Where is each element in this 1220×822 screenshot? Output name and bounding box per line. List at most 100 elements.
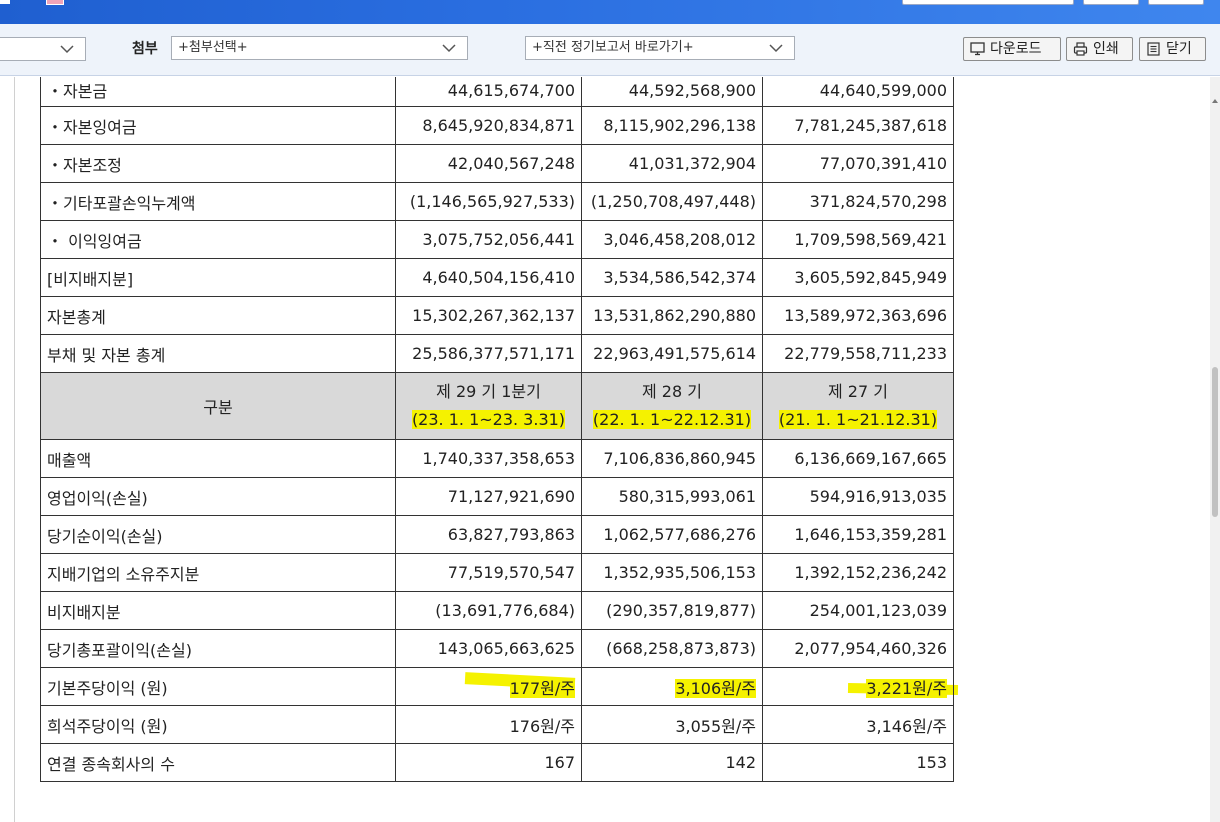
- cell-period-29q1: 25,586,377,571,171: [395, 334, 582, 373]
- cell-period-29q1-text: 15,302,267,362,137: [412, 306, 575, 325]
- cell-period-28-text: 3,046,458,208,012: [603, 230, 756, 249]
- cell-period-27: 1,392,152,236,242: [762, 553, 954, 592]
- header-period-title: 제 28 기: [642, 382, 702, 401]
- cell-period-27-text: 3,146원/주: [866, 716, 947, 736]
- download-button[interactable]: 다운로드: [963, 37, 1061, 61]
- cell-period-28-text: 22,963,491,575,614: [593, 344, 756, 363]
- cell-period-27: 13,589,972,363,696: [762, 296, 954, 335]
- row-label-text: 자본총계: [47, 307, 106, 327]
- cell-period-27-text: 254,001,123,039: [809, 601, 947, 620]
- cell-period-28-text: 41,031,372,904: [628, 154, 756, 173]
- cell-period-28: 7,106,836,860,945: [581, 439, 763, 478]
- table-row: 연결 종속회사의 수 167 142 153: [40, 743, 954, 782]
- row-label: ・ 이익잉여금: [40, 220, 396, 259]
- cell-period-29q1-text: 25,586,377,571,171: [412, 344, 575, 363]
- scroll-thumb[interactable]: [1212, 367, 1218, 517]
- attachment-select[interactable]: +첨부선택+: [171, 36, 468, 60]
- chevron-down-icon: [60, 45, 74, 54]
- cell-period-28: (290,357,819,877): [581, 591, 763, 630]
- row-label: 비지배지분: [40, 591, 396, 630]
- window-title-bar: [0, 0, 1220, 24]
- cell-period-29q1-text: (1,146,565,927,533): [409, 192, 575, 211]
- previous-report-select[interactable]: +직전 정기보고서 바로가기+: [525, 36, 795, 60]
- row-label-text: 부채 및 자본 총계: [47, 345, 166, 365]
- cell-period-27: 3,146원/주: [762, 705, 954, 744]
- cell-period-29q1-text: 177원/주: [509, 678, 575, 698]
- header-period-title: 제 29 기 1분기: [436, 382, 541, 401]
- header-period-range: (22. 1. 1~22.12.31): [592, 410, 752, 429]
- cell-period-29q1: 44,615,674,700: [395, 77, 582, 107]
- row-label-text: ・자본금: [47, 82, 108, 101]
- table-row: 자본총계 15,302,267,362,137 13,531,862,290,880…: [40, 296, 954, 335]
- row-label-text: 기본주당이익 (원): [47, 678, 168, 698]
- cell-period-27: 77,070,391,410: [762, 144, 954, 183]
- print-button[interactable]: 인쇄: [1066, 37, 1133, 61]
- row-label-text: 연결 종속회사의 수: [47, 754, 175, 774]
- header-period-27: 제 27 기 (21. 1. 1~21.12.31): [762, 372, 954, 440]
- row-label: 당기순이익(손실): [40, 515, 396, 554]
- title-button-2[interactable]: [1148, 0, 1204, 5]
- row-label: 기본주당이익 (원): [40, 667, 396, 706]
- cell-period-27-text: 1,646,153,359,281: [794, 525, 947, 544]
- cell-period-28: 1,352,935,506,153: [581, 553, 763, 592]
- cell-period-29q1-text: (13,691,776,684): [435, 601, 575, 620]
- row-label-text: 비지배지분: [47, 602, 121, 622]
- cell-period-29q1: 15,302,267,362,137: [395, 296, 582, 335]
- cell-period-29q1: 4,640,504,156,410: [395, 258, 582, 297]
- table-row: ・ 이익잉여금 3,075,752,056,441 3,046,458,208,01…: [40, 220, 954, 259]
- financial-summary-table: ・자본금 44,615,674,700 44,592,568,900 44,640,5…: [40, 77, 954, 782]
- title-search-box[interactable]: [902, 0, 1074, 5]
- cell-period-28-text: 7,106,836,860,945: [603, 449, 756, 468]
- cell-period-29q1-text: 71,127,921,690: [447, 487, 575, 506]
- cell-period-27-text: 594,916,913,035: [809, 487, 947, 506]
- cell-period-29q1-text: 143,065,663,625: [437, 639, 575, 658]
- cell-period-28-text: (668,258,873,873): [606, 639, 756, 658]
- section-select[interactable]: [0, 37, 86, 61]
- row-label: 지배기업의 소유주지분: [40, 553, 396, 592]
- close-button[interactable]: 닫기: [1139, 37, 1206, 61]
- left-frame-rule: [14, 77, 15, 822]
- close-label: 닫기: [1166, 41, 1192, 57]
- cell-period-27-text: 153: [916, 753, 947, 772]
- cell-period-27: 44,640,599,000: [762, 77, 954, 107]
- row-label-text: 당기순이익(손실): [47, 526, 163, 546]
- cell-period-29q1-text: 77,519,570,547: [447, 563, 575, 582]
- chevron-down-icon: [769, 44, 783, 53]
- scroll-up-icon[interactable]: [1212, 99, 1218, 103]
- row-label-text: ・자본조정: [47, 155, 122, 175]
- row-label-text: 지배기업의 소유주지분: [47, 564, 200, 584]
- cell-period-27-text: 7,781,245,387,618: [794, 116, 947, 135]
- cell-period-27: 254,001,123,039: [762, 591, 954, 630]
- cell-period-29q1-text: 42,040,567,248: [447, 154, 575, 173]
- title-button-1[interactable]: [1083, 0, 1139, 5]
- cell-period-29q1-text: 176원/주: [509, 716, 575, 736]
- cell-period-28-text: 44,592,568,900: [628, 80, 756, 100]
- cell-period-28-text: 13,531,862,290,880: [593, 306, 756, 325]
- cell-period-28-text: (1,250,708,497,448): [590, 192, 756, 211]
- table-row: 지배기업의 소유주지분 77,519,570,547 1,352,935,506,1…: [40, 553, 954, 592]
- print-label: 인쇄: [1093, 41, 1119, 57]
- row-label: 매출액: [40, 439, 396, 478]
- row-label: 부채 및 자본 총계: [40, 334, 396, 373]
- header-period-29q1: 제 29 기 1분기 (23. 1. 1~23. 3.31): [395, 372, 582, 440]
- cell-period-29q1-text: 63,827,793,863: [447, 525, 575, 544]
- cell-period-28-text: 1,062,577,686,276: [603, 525, 756, 544]
- cell-period-29q1-text: 44,615,674,700: [447, 80, 575, 100]
- cell-period-28-text: 3,055원/주: [675, 716, 756, 736]
- cell-period-28-text: 3,106원/주: [675, 678, 756, 698]
- cell-period-29q1-text: 4,640,504,156,410: [422, 268, 575, 287]
- cell-period-29q1-text: 8,645,920,834,871: [422, 116, 575, 135]
- cell-period-29q1: 71,127,921,690: [395, 477, 582, 516]
- attachment-select-value: +첨부선택+: [178, 40, 248, 55]
- row-label: [비지배지분]: [40, 258, 396, 297]
- row-label: ・자본잉여금: [40, 106, 396, 145]
- row-label-text: 당기총포괄이익(손실): [47, 640, 192, 660]
- cell-period-29q1: 143,065,663,625: [395, 629, 582, 668]
- cell-period-29q1: (13,691,776,684): [395, 591, 582, 630]
- cell-period-28: 3,106원/주: [581, 667, 763, 706]
- table-row: 기본주당이익 (원) 177원/주 3,106원/주 3,221원/주: [40, 667, 954, 706]
- vertical-scrollbar[interactable]: [1210, 77, 1220, 822]
- cell-period-27-text: 22,779,558,711,233: [784, 344, 947, 363]
- cell-period-27-text: 3,605,592,845,949: [794, 268, 947, 287]
- cell-period-28-text: (290,357,819,877): [606, 601, 756, 620]
